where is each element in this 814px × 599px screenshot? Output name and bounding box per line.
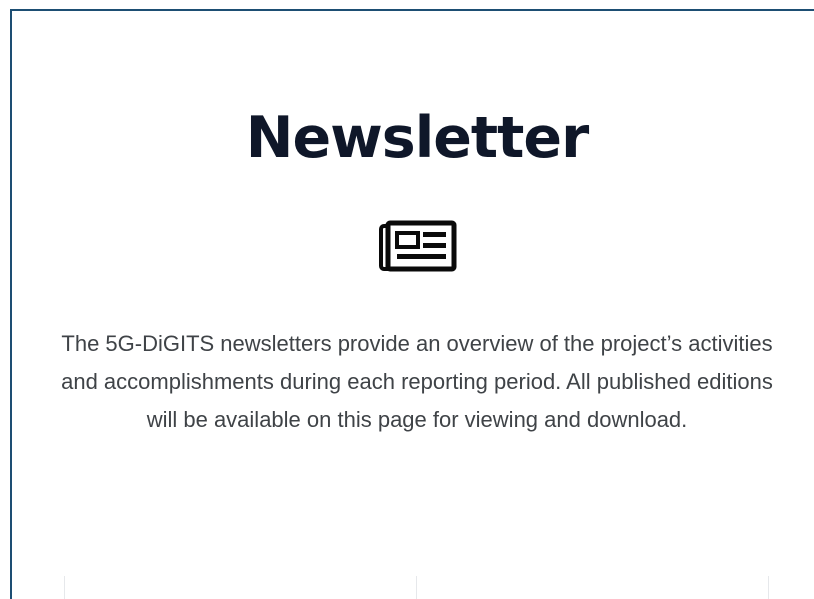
newspaper-icon — [379, 220, 457, 272]
frame-border-top — [10, 9, 814, 11]
column-divider — [768, 576, 769, 599]
column-divider — [64, 576, 65, 599]
newsletter-description: The 5G-DiGITS newsletters provide an ove… — [61, 331, 773, 432]
page-title: Newsletter — [245, 105, 589, 171]
column-divider — [416, 576, 417, 599]
newsletter-section: Newsletter The 5G-DiGITS newsletters pro… — [0, 0, 814, 599]
frame-border-left — [10, 9, 12, 599]
